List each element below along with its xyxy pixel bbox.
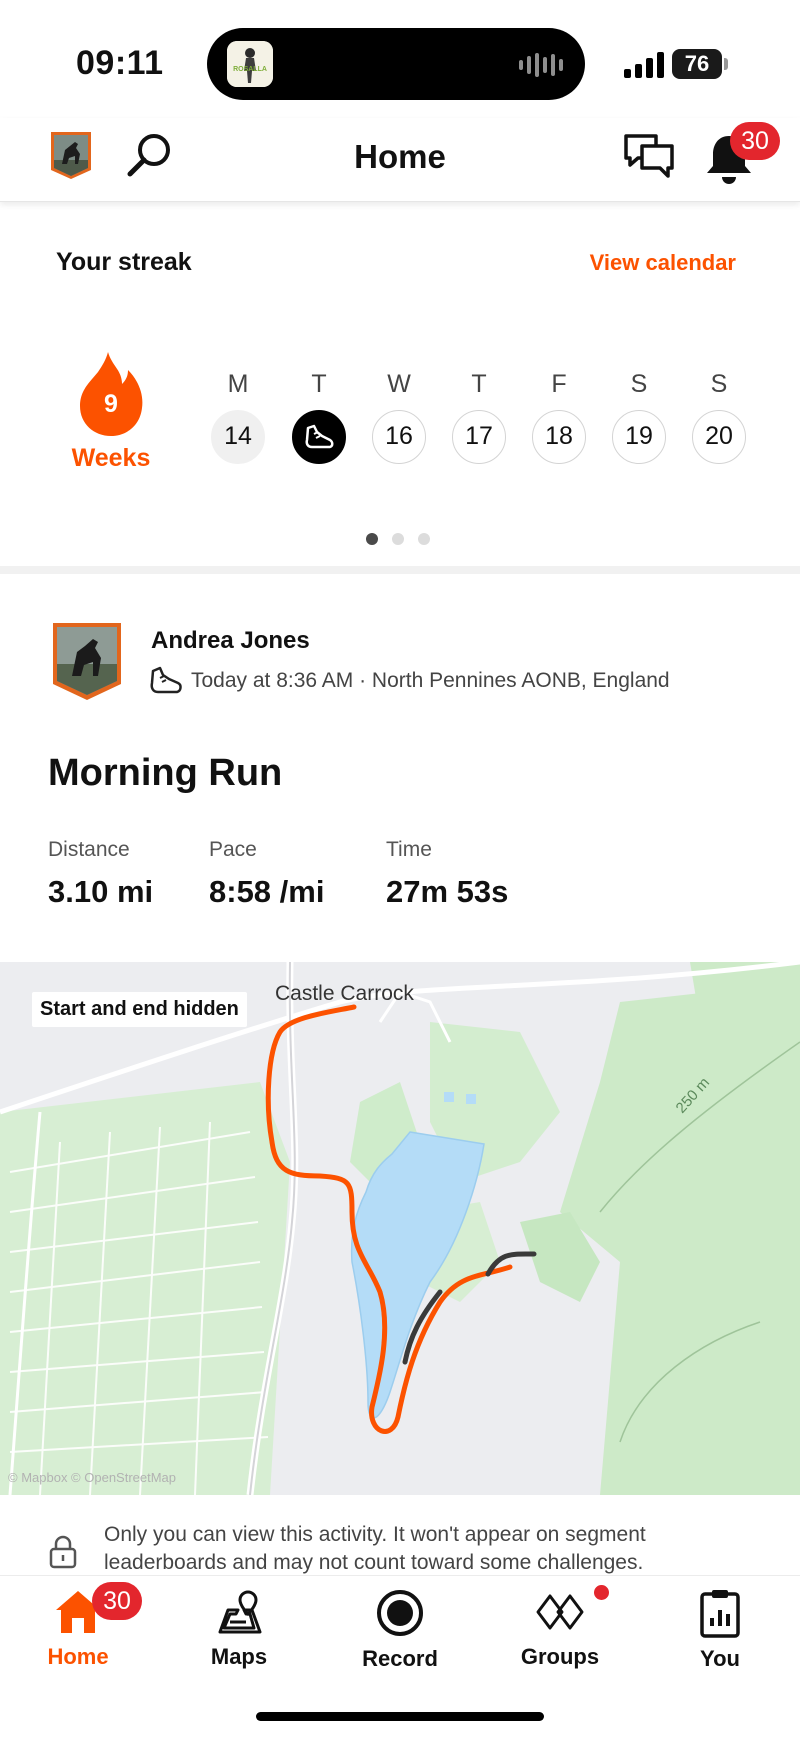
activity-meta: Today at 8:36 AM · North Pennines AONB, … [191, 669, 670, 692]
nav-label: Groups [520, 1644, 600, 1669]
day-date: 18 [532, 410, 586, 464]
privacy-note: Only you can view this activity. It won'… [0, 1495, 800, 1575]
running-shoe-icon [305, 424, 334, 449]
day-completed-run [292, 410, 346, 464]
stat-label: Distance [48, 838, 130, 861]
status-bar: 09:11 ROSALLA 76 [0, 0, 800, 118]
stat-value: 8:58 /mi [209, 874, 325, 909]
stat-label: Time [386, 838, 432, 861]
day-letter: F [551, 370, 567, 398]
nav-label: Maps [210, 1644, 268, 1669]
nav-record[interactable]: Record [330, 1588, 470, 1672]
map-place-label: Castle Carrock [275, 982, 414, 1005]
streak-weeks-count: 9 [104, 390, 118, 418]
start-end-hidden-badge: Start and end hidden [32, 992, 247, 1027]
athlete-avatar[interactable] [50, 620, 124, 702]
stat-value: 27m 53s [386, 874, 509, 909]
battery-tip [724, 58, 728, 70]
nav-label: You [700, 1646, 740, 1671]
day-date: 16 [372, 410, 426, 464]
view-calendar-link[interactable]: View calendar [590, 250, 736, 276]
lock-icon [48, 1535, 78, 1569]
messages-icon[interactable] [622, 132, 676, 182]
home-indicator[interactable] [256, 1712, 544, 1721]
stat-time: Time 27m 53s [386, 838, 508, 910]
pager-dot [418, 533, 430, 545]
stat-pace: Pace 8:58 /mi [209, 838, 324, 910]
run-shoe-icon [149, 665, 183, 697]
athlete-name[interactable]: Andrea Jones [151, 627, 310, 655]
maps-icon [218, 1590, 262, 1634]
day-date: 14 [211, 410, 265, 464]
carousel-pager[interactable] [366, 533, 430, 545]
nav-maps[interactable]: Maps [169, 1588, 309, 1670]
dynamic-island[interactable]: ROSALLA [207, 28, 585, 100]
day-date: 20 [692, 410, 746, 464]
page-title: Home [354, 138, 446, 175]
audio-waveform-icon [519, 52, 563, 78]
streak-day-wed[interactable]: W 16 [371, 370, 427, 464]
streak-day-fri[interactable]: F 18 [531, 370, 587, 464]
streak-day-mon[interactable]: M 14 [210, 370, 266, 464]
nav-groups[interactable]: Groups [490, 1588, 630, 1670]
section-divider [0, 566, 800, 574]
stat-value: 3.10 mi [48, 874, 154, 909]
groups-unread-dot [594, 1585, 609, 1600]
streak-day-thu[interactable]: T 17 [451, 370, 507, 464]
notification-count-badge: 30 [730, 122, 780, 160]
cellular-signal-icon [624, 52, 664, 78]
activity-title[interactable]: Morning Run [48, 752, 282, 795]
day-letter: T [311, 370, 327, 398]
battery-icon: 76 [672, 49, 722, 79]
nav-you[interactable]: You [650, 1588, 790, 1672]
streak-day-sun[interactable]: S 20 [691, 370, 747, 464]
status-time: 09:11 [76, 44, 164, 82]
streak-day-tue[interactable]: T [291, 370, 347, 464]
groups-icon [536, 1594, 584, 1630]
stat-label: Pace [209, 838, 257, 861]
day-letter: T [471, 370, 487, 398]
day-letter: W [387, 370, 411, 398]
map-attribution[interactable]: © Mapbox © OpenStreetMap [8, 1470, 176, 1485]
day-letter: S [630, 370, 648, 398]
activity-map[interactable]: Start and end hidden Castle Carrock 250 … [0, 962, 800, 1495]
day-letter: M [227, 370, 249, 398]
streak-weeks-label: Weeks [71, 444, 151, 472]
you-icon [700, 1590, 740, 1638]
pager-dot [392, 533, 404, 545]
home-notification-badge: 30 [92, 1582, 142, 1620]
pager-dot [366, 533, 378, 545]
record-icon [377, 1590, 423, 1636]
day-letter: S [710, 370, 728, 398]
streak-day-sat[interactable]: S 19 [611, 370, 667, 464]
now-playing-artwork: ROSALLA [227, 41, 273, 87]
svg-text:ROSALLA: ROSALLA [233, 66, 267, 73]
stat-distance: Distance 3.10 mi [48, 838, 153, 910]
top-header: Home 30 [0, 118, 800, 202]
privacy-text: Only you can view this activity. It won'… [104, 1523, 646, 1574]
day-date: 19 [612, 410, 666, 464]
nav-label: Home [47, 1644, 109, 1669]
nav-label: Record [362, 1646, 438, 1671]
map-canvas [0, 962, 800, 1495]
day-date: 17 [452, 410, 506, 464]
streak-title: Your streak [56, 248, 192, 276]
